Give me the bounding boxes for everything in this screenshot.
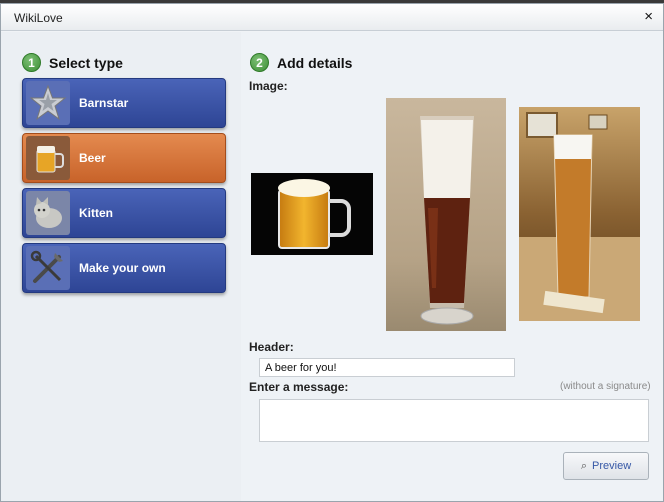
type-label-kitten: Kitten	[79, 206, 113, 220]
dialog-titlebar: WikiLove ×	[1, 4, 663, 31]
kitten-icon	[26, 191, 70, 235]
beer-icon	[26, 136, 70, 180]
tools-icon	[26, 246, 70, 290]
preview-button-label: Preview	[592, 460, 632, 472]
dialog-title: WikiLove	[14, 11, 63, 25]
step-2-badge: 2	[250, 53, 269, 72]
type-label-beer: Beer	[79, 151, 106, 165]
step-2-heading: 2 Add details	[250, 53, 352, 72]
type-button-make-your-own[interactable]: Make your own	[22, 243, 226, 293]
image-label: Image:	[249, 79, 288, 93]
type-button-beer[interactable]: Beer	[22, 133, 226, 183]
header-input[interactable]	[259, 358, 515, 377]
message-hint: (without a signature)	[560, 381, 651, 392]
preview-button[interactable]: ⌕ Preview	[563, 452, 649, 480]
tall-beer-glass-image[interactable]	[386, 98, 506, 331]
step-2-label: Add details	[277, 54, 353, 71]
type-label-barnstar: Barnstar	[79, 96, 129, 110]
close-icon[interactable]: ×	[644, 8, 653, 25]
type-label-make-your-own: Make your own	[79, 261, 166, 275]
message-textarea[interactable]	[259, 399, 649, 442]
magnifier-icon: ⌕	[580, 459, 588, 472]
dialog-content: 1 Select type Barnstar Beer Kitten Make …	[1, 32, 663, 501]
wikilove-dialog: WikiLove × 1 Select type Barnstar Beer K…	[0, 3, 664, 502]
message-label: Enter a message:	[249, 380, 349, 394]
step-1-heading: 1 Select type	[22, 53, 123, 72]
type-button-kitten[interactable]: Kitten	[22, 188, 226, 238]
wheat-beer-image[interactable]	[519, 107, 640, 321]
barnstar-icon	[26, 81, 70, 125]
header-label: Header:	[249, 340, 294, 354]
step-1-label: Select type	[49, 54, 123, 71]
beer-mug-image[interactable]	[251, 173, 373, 255]
step-1-badge: 1	[22, 53, 41, 72]
type-button-barnstar[interactable]: Barnstar	[22, 78, 226, 128]
